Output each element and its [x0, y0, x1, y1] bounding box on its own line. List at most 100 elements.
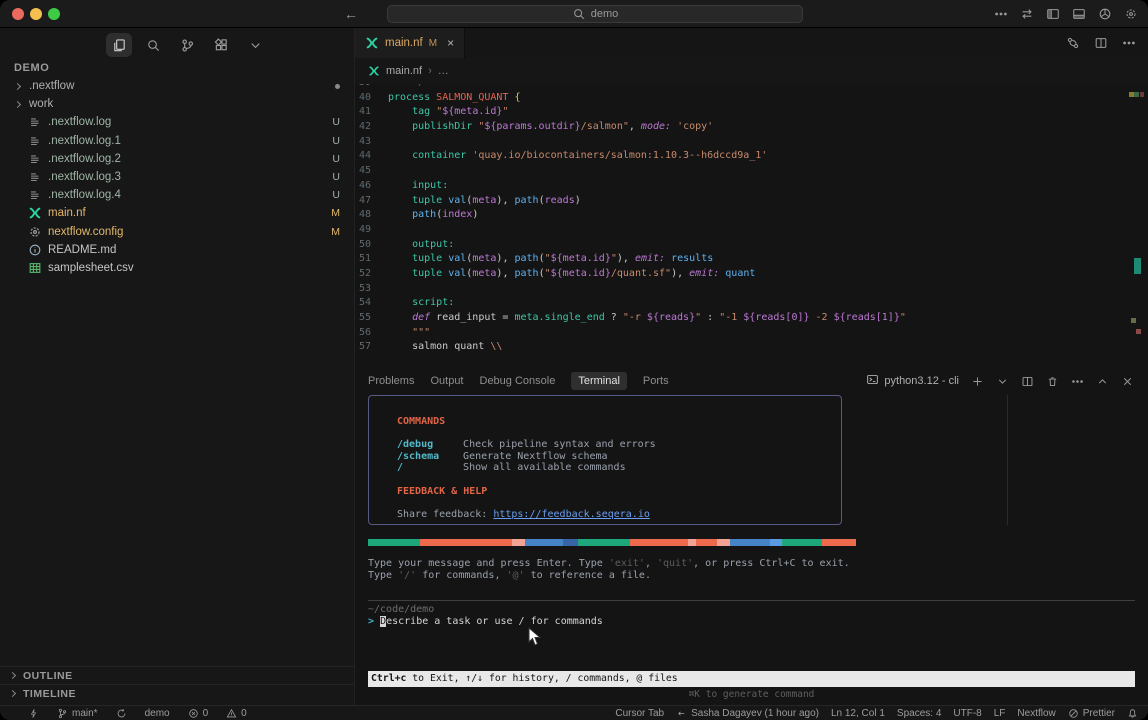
terminal-line: /schema Generate Nextflow schema: [397, 451, 841, 463]
toggle-sidebar-icon[interactable]: [1046, 7, 1060, 21]
macos-close-button[interactable]: [12, 8, 24, 20]
code-line: 39 */: [355, 84, 1148, 92]
chevron-up-icon[interactable]: [1095, 374, 1109, 388]
outline-section[interactable]: OUTLINE: [0, 666, 354, 684]
swap-icon[interactable]: [1020, 7, 1034, 21]
color-bar-segment: [420, 539, 512, 546]
line-number: 53: [355, 283, 388, 298]
more-icon[interactable]: [1070, 374, 1084, 388]
git-status-badge: M: [331, 207, 340, 219]
line-number: 55: [355, 312, 388, 327]
statusbar-item-demo[interactable]: demo: [145, 708, 170, 719]
prettier-icon: [1068, 708, 1079, 719]
remote-icon: [28, 708, 39, 719]
statusbar-item-prettier[interactable]: Prettier: [1068, 708, 1115, 719]
tree-item--nextflow-log-4[interactable]: .nextflow.log.4U: [0, 186, 354, 204]
nav-back-icon[interactable]: ←: [342, 5, 360, 23]
log-icon: [28, 115, 42, 129]
tree-item--nextflow-log-1[interactable]: .nextflow.log.1U: [0, 132, 354, 150]
statusbar-item-utf-8[interactable]: UTF-8: [953, 708, 981, 719]
editor-actions: [1066, 28, 1136, 58]
plus-icon[interactable]: [970, 374, 984, 388]
terminal-line: FEEDBACK & HELP: [397, 486, 841, 498]
statusbar-item-lf[interactable]: LF: [994, 708, 1006, 719]
statusbar-item-spaces-4[interactable]: Spaces: 4: [897, 708, 941, 719]
tree-item--nextflow-log-2[interactable]: .nextflow.log.2U: [0, 150, 354, 168]
toggle-panel-icon[interactable]: [1072, 7, 1086, 21]
code-line: 55 def read_input = meta.single_end ? "-…: [355, 312, 1148, 327]
statusbar-item-ln-12-col-1[interactable]: Ln 12, Col 1: [831, 708, 885, 719]
terminal-help-box: COMMANDS /debug Check pipeline syntax an…: [368, 395, 842, 525]
code-editor[interactable]: 39 */40process SALMON_QUANT {41 tag "${m…: [355, 84, 1148, 368]
git-status-badge: U: [332, 153, 340, 165]
statusbar-item-sasha-dagayev-1-hour-ago[interactable]: Sasha Dagayev (1 hour ago): [676, 708, 819, 719]
command-center-search[interactable]: demo: [387, 5, 803, 23]
timeline-section[interactable]: TIMELINE: [0, 684, 354, 702]
breadcrumb-more[interactable]: …: [438, 65, 449, 77]
color-bar-segment: [688, 539, 696, 546]
tree-item-nextflow-config[interactable]: nextflow.configM: [0, 223, 354, 241]
compare-icon[interactable]: [1066, 36, 1080, 50]
gear-icon[interactable]: [1124, 7, 1138, 21]
macos-zoom-button[interactable]: [48, 8, 60, 20]
code-line: 46 input:: [355, 180, 1148, 195]
breadcrumb-file[interactable]: main.nf: [386, 65, 422, 77]
macos-minimize-button[interactable]: [30, 8, 42, 20]
chevron-right-icon: [9, 690, 16, 697]
statusbar-item[interactable]: [116, 708, 127, 719]
statusbar-item-cursor-tab[interactable]: Cursor Tab: [615, 708, 664, 719]
trash-icon[interactable]: [1045, 374, 1059, 388]
tree-item--nextflow-log-3[interactable]: .nextflow.log.3U: [0, 168, 354, 186]
layout-icon[interactable]: [1098, 7, 1112, 21]
blame-icon: [676, 708, 687, 719]
chevron-down-icon[interactable]: [242, 33, 268, 57]
tree-item-work[interactable]: work: [0, 95, 354, 113]
tab-main-nf[interactable]: main.nf M ×: [355, 28, 465, 58]
tree-item-samplesheet-csv[interactable]: samplesheet.csv: [0, 259, 354, 277]
terminal-line: [397, 404, 841, 416]
status-bar: main* demo 0 0 Cursor Tab Sasha Dagayev (1 h…: [0, 705, 1148, 720]
tree-item--nextflow-log[interactable]: .nextflow.logU: [0, 113, 354, 131]
split-icon[interactable]: [1094, 36, 1108, 50]
terminal-line: [397, 474, 841, 486]
feedback-link[interactable]: https://feedback.seqera.io: [493, 509, 650, 520]
chevron-down-icon[interactable]: [995, 374, 1009, 388]
more-icon[interactable]: [1122, 36, 1136, 50]
search-icon[interactable]: [140, 33, 166, 57]
panel-tab-problems[interactable]: Problems: [368, 375, 414, 387]
statusbar-item[interactable]: [1127, 708, 1138, 719]
panel-tab-ports[interactable]: Ports: [643, 375, 669, 387]
chevron-right-icon: [9, 672, 16, 679]
breadcrumb[interactable]: main.nf › …: [355, 58, 1148, 84]
explorer-section-header[interactable]: DEMO: [14, 62, 49, 74]
split-icon[interactable]: [1020, 374, 1034, 388]
git-status-badge: U: [332, 171, 340, 183]
statusbar-item-0[interactable]: 0: [188, 708, 209, 719]
statusbar-item-0[interactable]: 0: [226, 708, 247, 719]
nextflow-icon: [365, 36, 379, 50]
more-icon[interactable]: [994, 7, 1008, 21]
source-control-icon[interactable]: [174, 33, 200, 57]
panel-tab-terminal[interactable]: Terminal: [571, 372, 627, 390]
files-icon[interactable]: [106, 33, 132, 57]
close-icon[interactable]: [1120, 374, 1134, 388]
code-line: 48 path(index): [355, 209, 1148, 224]
tree-item--nextflow[interactable]: .nextflow: [0, 77, 354, 95]
statusbar-item-nextflow[interactable]: Nextflow: [1017, 708, 1055, 719]
terminal-instance-label[interactable]: python3.12 - cli: [866, 373, 959, 389]
terminal-input-text[interactable]: escribe a task or use / for commands: [386, 616, 603, 627]
panel-tab-debug-console[interactable]: Debug Console: [480, 375, 556, 387]
code-line: 47 tuple val(meta), path(reads): [355, 195, 1148, 210]
terminal-color-bar: [368, 539, 856, 546]
extensions-icon[interactable]: [208, 33, 234, 57]
statusbar-item[interactable]: [28, 708, 39, 719]
tree-item-main-nf[interactable]: main.nfM: [0, 204, 354, 222]
color-bar-segment: [525, 539, 563, 546]
tree-item-README-md[interactable]: README.md: [0, 241, 354, 259]
log-icon: [28, 170, 42, 184]
statusbar-item-main[interactable]: main*: [57, 708, 98, 719]
code-line: 52 tuple val(meta), path("${meta.id}/qua…: [355, 268, 1148, 283]
terminal-prompt[interactable]: > Describe a task or use / for commands: [368, 616, 603, 627]
panel-tab-output[interactable]: Output: [430, 375, 463, 387]
tab-close-icon[interactable]: ×: [447, 36, 454, 50]
